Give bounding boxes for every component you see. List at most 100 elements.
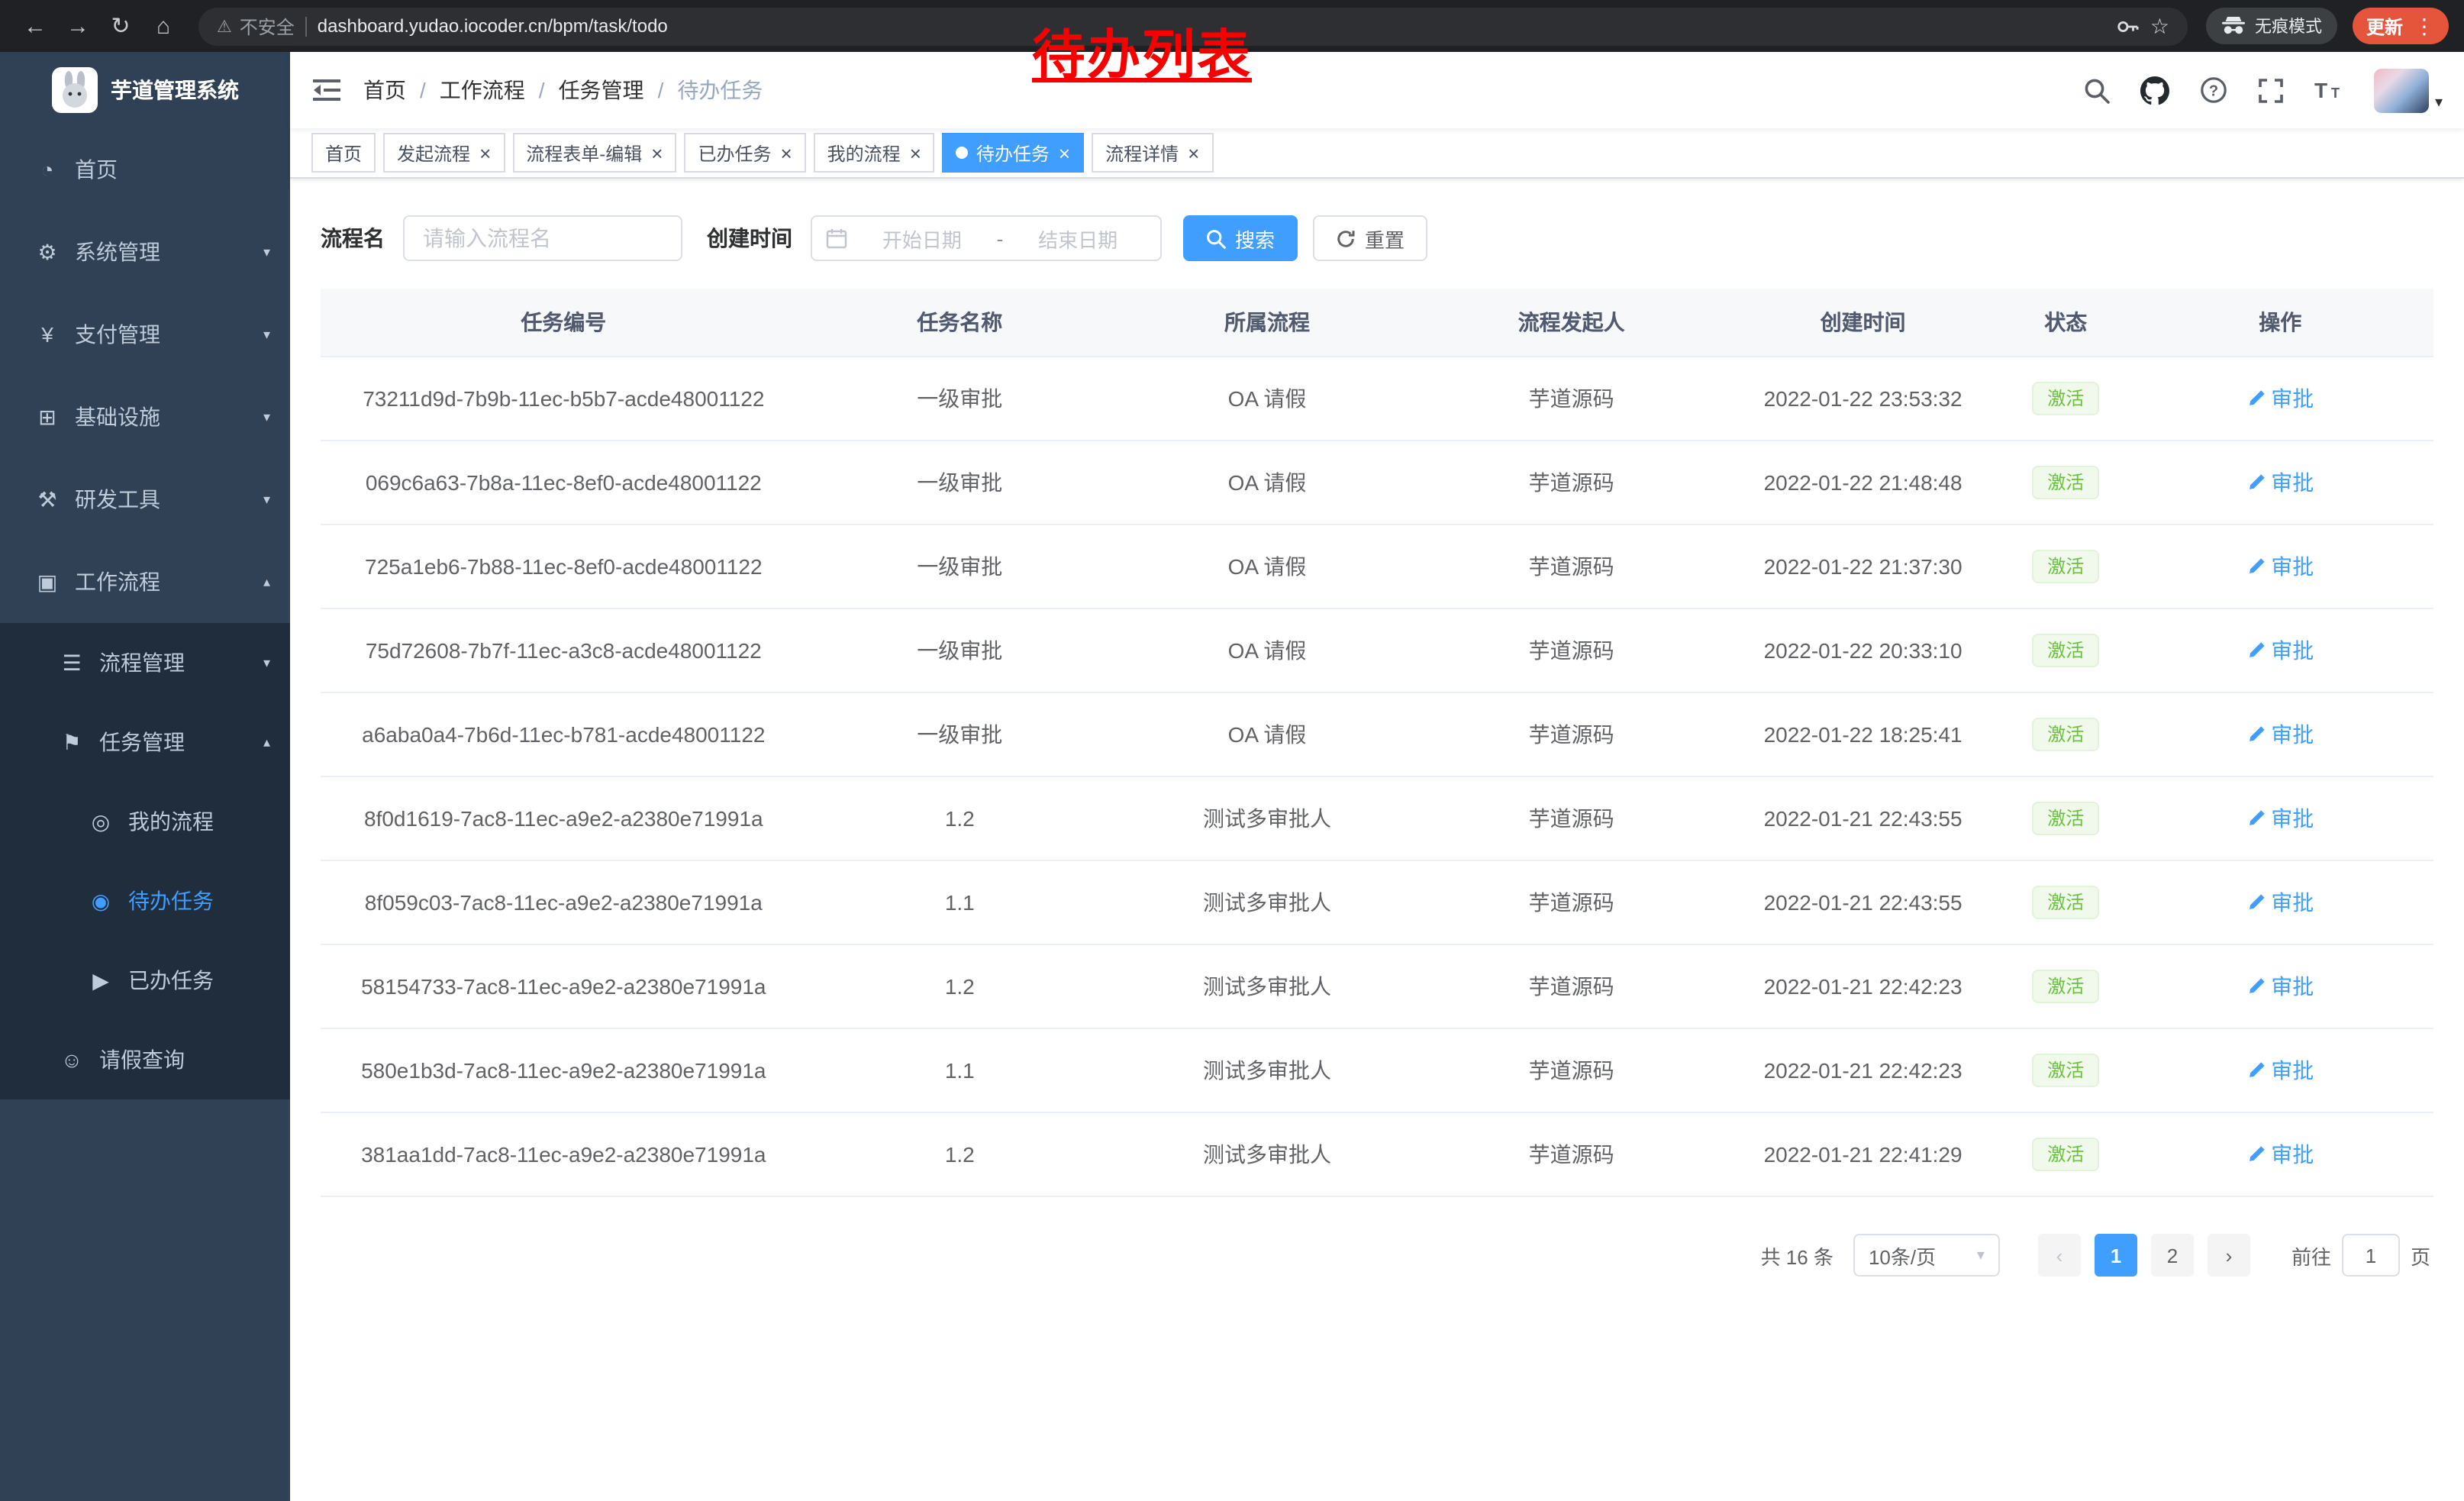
search-button-label: 搜索 [1235,224,1275,253]
page-button-2[interactable]: 2 [2151,1234,2194,1277]
sidebar-item-system[interactable]: ⚙ 系统管理 ▾ [0,211,290,293]
cell-status: 激活 [2004,860,2127,944]
approve-button[interactable]: 审批 [2246,551,2314,582]
search-icon [1206,228,1226,248]
forward-button[interactable]: → [58,6,98,46]
app-logo[interactable]: 芋道管理系统 [0,52,290,128]
tab-process-detail[interactable]: 流程详情 × [1092,133,1213,173]
sidebar-item-task-mgmt[interactable]: ⚑ 任务管理 ▴ [0,702,290,782]
cell-task-name: 一级审批 [807,608,1113,692]
table-row: 75d72608-7b7f-11ec-a3c8-acde48001122 一级审… [321,608,2433,692]
sidebar-item-infra[interactable]: ⊞ 基础设施 ▾ [0,376,290,458]
sidebar-toggle-button[interactable] [290,52,363,128]
status-badge: 激活 [2032,634,2099,667]
avatar[interactable] [2374,68,2429,112]
tab-done-tasks[interactable]: 已办任务 × [684,133,805,173]
update-button[interactable]: 更新 ⋮ [2353,8,2449,44]
tab-todo-tasks[interactable]: 待办任务 × [943,133,1084,173]
sidebar-item-home[interactable]: ◔ 首页 [0,128,290,211]
reset-button[interactable]: 重置 [1313,215,1427,261]
security-badge[interactable]: ⚠ 不安全 [217,13,295,39]
monitor-icon: ⊞ [31,404,64,430]
approve-button-label: 审批 [2271,551,2314,582]
approve-button[interactable]: 审批 [2246,719,2314,750]
close-icon[interactable]: × [780,143,792,163]
col-initiator: 流程发起人 [1421,289,1721,357]
tab-label: 发起流程 [397,140,470,166]
cell-create-time: 2022-01-21 22:43:55 [1721,776,2004,860]
cell-actions: 审批 [2127,608,2433,692]
reload-button[interactable]: ↻ [101,6,140,46]
page-button-1[interactable]: 1 [2095,1234,2137,1277]
close-icon[interactable]: × [1188,143,1199,163]
approve-button-label: 审批 [2271,971,2314,1002]
sidebar-item-leave-query[interactable]: ☺ 请假查询 [0,1020,290,1099]
next-page-button[interactable]: › [2208,1234,2250,1277]
sidebar-item-label: 首页 [75,154,118,185]
close-icon[interactable]: × [1059,143,1070,163]
approve-button[interactable]: 审批 [2246,383,2314,414]
font-size-icon[interactable]: T T [2314,78,2343,102]
approve-button[interactable]: 审批 [2246,971,2314,1002]
cell-initiator: 芋道源码 [1421,608,1721,692]
status-badge: 激活 [2032,382,2099,415]
col-actions: 操作 [2127,289,2433,357]
key-icon[interactable] [2117,15,2140,37]
goto-page-input[interactable] [2342,1234,2400,1277]
approve-button[interactable]: 审批 [2246,635,2314,666]
approve-button[interactable]: 审批 [2246,887,2314,918]
cell-process: 测试多审批人 [1113,944,1421,1028]
help-icon[interactable]: ? [2200,76,2227,104]
fullscreen-icon[interactable] [2258,77,2284,103]
bookmark-star-icon[interactable]: ☆ [2150,13,2169,39]
back-button[interactable]: ← [15,6,55,46]
app-title: 芋道管理系统 [111,75,239,105]
date-range-picker[interactable]: 开始日期 - 结束日期 [811,215,1162,261]
status-badge: 激活 [2032,550,2099,583]
user-menu[interactable]: ▾ [2374,68,2443,112]
navbar-actions: ? T T [2084,68,2464,112]
breadcrumb-home[interactable]: 首页 [363,75,406,105]
tab-label: 流程详情 [1105,140,1179,166]
sidebar-item-payment[interactable]: ¥ 支付管理 ▾ [0,293,290,376]
prev-page-button[interactable]: ‹ [2038,1234,2081,1277]
cell-initiator: 芋道源码 [1421,776,1721,860]
edit-icon [2246,1145,2265,1164]
approve-button[interactable]: 审批 [2246,467,2314,498]
sidebar-item-devtools[interactable]: ⚒ 研发工具 ▾ [0,458,290,541]
browser-menu-icon[interactable]: ⋮ [2414,13,2435,39]
chevron-down-icon: ▾ [263,408,270,425]
tab-start-process[interactable]: 发起流程 × [383,133,505,173]
sidebar-item-my-process[interactable]: ◎ 我的流程 [0,782,290,861]
cell-task-name: 一级审批 [807,441,1113,525]
search-button[interactable]: 搜索 [1183,215,1298,261]
tab-process-form-edit[interactable]: 流程表单-编辑 × [512,133,676,173]
chevron-down-icon: ▾ [263,326,270,343]
sidebar-item-todo-tasks[interactable]: ◉ 待办任务 [0,861,290,941]
home-button[interactable]: ⌂ [144,6,183,46]
security-label: 不安全 [240,13,295,39]
address-bar[interactable]: ⚠ 不安全 dashboard.yudao.iocoder.cn/bpm/tas… [198,7,2188,45]
breadcrumb-task-mgmt[interactable]: 任务管理 [559,75,644,105]
workflow-submenu: ☰ 流程管理 ▾ ⚑ 任务管理 ▴ ◎ 我的流程 ◉ 待办任务 [0,623,290,1099]
page-size-select[interactable]: 10条/页 ▾ [1853,1234,2000,1277]
sidebar-item-label: 基础设施 [75,402,160,432]
sidebar-item-done-tasks[interactable]: ▶ 已办任务 [0,941,290,1020]
close-icon[interactable]: × [479,143,491,163]
process-name-input[interactable] [403,215,682,261]
approve-button[interactable]: 审批 [2246,1055,2314,1086]
list-icon: ☰ [55,650,89,676]
breadcrumb-workflow[interactable]: 工作流程 [440,75,525,105]
close-icon[interactable]: × [651,143,663,163]
tab-my-process[interactable]: 我的流程 × [814,133,935,173]
sidebar-item-workflow[interactable]: ▣ 工作流程 ▴ [0,541,290,623]
cell-status: 激活 [2004,525,2127,608]
close-icon[interactable]: × [910,143,921,163]
sidebar-item-process-mgmt[interactable]: ☰ 流程管理 ▾ [0,623,290,702]
github-icon[interactable] [2140,76,2169,105]
search-icon[interactable] [2084,77,2110,103]
cell-status: 激活 [2004,608,2127,692]
tab-home[interactable]: 首页 [311,133,376,173]
approve-button[interactable]: 审批 [2246,1139,2314,1170]
approve-button[interactable]: 审批 [2246,803,2314,834]
